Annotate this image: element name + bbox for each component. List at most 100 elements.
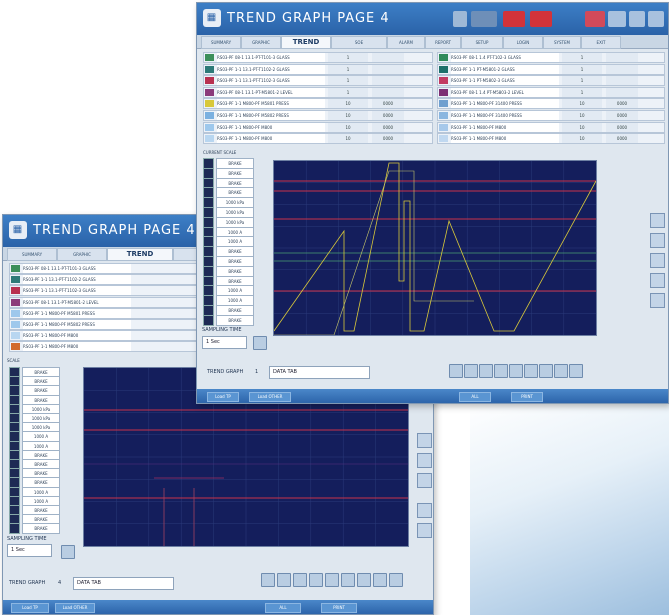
front-side-button[interactable] xyxy=(650,273,665,288)
tag-name: RS03-PF 1-1 M800-PF M5802 PRESS xyxy=(217,111,325,120)
front-control-button[interactable] xyxy=(479,364,493,378)
tab-graphic[interactable]: GRAPHIC xyxy=(57,248,107,261)
back-control-button[interactable] xyxy=(277,573,291,587)
back-control-button[interactable] xyxy=(261,573,275,587)
front-zoom-icon[interactable] xyxy=(253,336,267,350)
tag-row[interactable]: RS03-PF 1-1 13.1-PT-T1102-3 GLASS 1 xyxy=(203,75,433,87)
back-side-button[interactable] xyxy=(417,433,432,448)
scale-field[interactable]: BRAKE xyxy=(22,523,60,535)
tab-system[interactable]: SYSTEM xyxy=(543,36,581,49)
tag-row[interactable]: RS03-PF 1-1 M800-PF M5802 PRESS 10 0000 xyxy=(203,110,433,121)
tag-range: 0000 xyxy=(372,99,404,109)
front-control-button[interactable] xyxy=(524,364,538,378)
tag-row[interactable]: RS03-PF 1-1 M800-PF M800 xyxy=(9,330,211,342)
front-control-button[interactable] xyxy=(494,364,508,378)
back-control-button[interactable] xyxy=(341,573,355,587)
tag-row[interactable]: RS03-PF 1-1 13.1-PT-T1102-3 GLASS xyxy=(9,285,211,297)
back-control-button[interactable] xyxy=(373,573,387,587)
tag-row[interactable]: RS03-PF 1-1 M800-PF M5801 PRESS 10 0000 xyxy=(203,98,433,110)
tab-alarm[interactable]: ALARM xyxy=(387,36,425,49)
scale-field[interactable]: BRAKE xyxy=(216,314,254,326)
tag-name: RS03-PF 1-1 M800-PF M5801 PRESS xyxy=(217,99,325,109)
front-side-button[interactable] xyxy=(650,233,665,248)
front-all-button[interactable]: ALL xyxy=(459,392,491,402)
back-control-button[interactable] xyxy=(357,573,371,587)
tag-row[interactable]: RS03-PF 1-1 PT-M5801-2 GLASS 1 xyxy=(437,63,665,75)
tab-trend[interactable]: TREND xyxy=(107,248,173,261)
tab-trend[interactable]: TREND xyxy=(281,36,331,49)
front-print-button[interactable]: PRINT xyxy=(511,392,543,402)
app-logo-icon: ▦ xyxy=(203,9,221,27)
tab-setup[interactable]: SETUP xyxy=(461,36,503,49)
front-control-button[interactable] xyxy=(539,364,553,378)
tag-row[interactable]: RS03-PF 08-1 13.1-PT-T101-3 GLASS xyxy=(9,263,211,274)
tab-summary[interactable]: SUMMARY xyxy=(7,248,57,261)
front-sampling-time-field[interactable]: 1 Sec xyxy=(202,336,247,349)
front-side-button[interactable] xyxy=(650,253,665,268)
tag-row[interactable]: RS03-PF 1-1 M800-PF M800 10 0000 xyxy=(437,133,665,145)
back-side-button[interactable] xyxy=(417,523,432,538)
tag-row[interactable]: RS03-PF 1-1 M800-PF 31400 PRESS 10 0000 xyxy=(437,110,665,121)
back-control-button[interactable] xyxy=(293,573,307,587)
back-print-button[interactable]: PRINT xyxy=(321,603,357,613)
back-trend-graph-name-field[interactable]: DATA TAB xyxy=(73,577,174,590)
tab-graphic[interactable]: GRAPHIC xyxy=(241,36,281,49)
tag-row[interactable]: RS03-PF 1-1 M800-PF M5802 PRESS xyxy=(9,319,211,330)
tag-row[interactable]: RS03-PF 1-1 M800-PF M800 10 0000 xyxy=(203,133,433,145)
tag-range xyxy=(372,87,404,97)
tag-range: 0000 xyxy=(372,111,404,120)
front-control-button[interactable] xyxy=(464,364,478,378)
tag-row[interactable]: RS03-PF 08-1 13.1-PT-T101-3 GLASS 1 xyxy=(203,52,433,63)
back-control-button[interactable] xyxy=(325,573,339,587)
front-side-button[interactable] xyxy=(650,213,665,228)
tag-row[interactable]: RS03-PF 08-1 13.1-PT-M5801-2 LEVEL xyxy=(9,296,211,308)
alarm-button-1[interactable] xyxy=(503,11,525,27)
ack-button[interactable] xyxy=(471,11,497,27)
tag-row[interactable]: RS03-PF 1-1 M800-PF M800 10 0000 xyxy=(203,121,433,133)
tab-report[interactable]: REPORT xyxy=(425,36,461,49)
back-all-button[interactable]: ALL xyxy=(265,603,301,613)
back-trend-graph-number: 4 xyxy=(58,580,62,586)
front-trend-graph-number: 1 xyxy=(255,369,259,375)
tag-row[interactable]: RS03-PF 1-1 M800-PF M800 xyxy=(9,341,211,353)
tab-summary[interactable]: SUMMARY xyxy=(201,36,241,49)
tab-exit[interactable]: EXIT xyxy=(581,36,621,49)
tag-color-swatch xyxy=(205,135,214,143)
back-side-button[interactable] xyxy=(417,453,432,468)
back-control-button[interactable] xyxy=(309,573,323,587)
tag-row[interactable]: RS03-PF 1-1 M800-PF M800 10 0000 xyxy=(437,121,665,133)
back-load-other-button[interactable]: Load OTHER xyxy=(55,603,95,613)
tag-value: 10 xyxy=(328,134,368,144)
front-load-other-button[interactable]: Load OTHER xyxy=(249,392,291,402)
tag-color-swatch xyxy=(439,54,448,61)
front-load-tp-button[interactable]: Load TP xyxy=(207,392,239,402)
back-load-tp-button[interactable]: Load TP xyxy=(11,603,49,613)
tag-row[interactable]: RS03-PF 1-1 13.1-PT-T1102-2 GLASS 1 xyxy=(203,63,433,75)
back-sampling-time-field[interactable]: 1 Sec xyxy=(7,544,52,557)
horn-button[interactable] xyxy=(585,11,605,27)
front-sampling-time-label: SAMPLING TIME xyxy=(202,327,242,333)
front-side-button[interactable] xyxy=(650,293,665,308)
tag-row[interactable]: RS03-PF 1-1 13.1-PT-T1102-2 GLASS xyxy=(9,274,211,286)
tab-login[interactable]: LOGIN xyxy=(503,36,543,49)
tag-row[interactable]: RS03-PF 08-1 1.4 PT-T102-3 GLASS 1 xyxy=(437,52,665,63)
front-control-button[interactable] xyxy=(569,364,583,378)
front-control-button[interactable] xyxy=(449,364,463,378)
back-zoom-icon[interactable] xyxy=(61,545,75,559)
tag-color-swatch xyxy=(11,343,20,351)
front-control-button[interactable] xyxy=(509,364,523,378)
back-side-button[interactable] xyxy=(417,473,432,488)
tag-row[interactable]: RS03-PF 1-1 M800-PF 31400 PRESS 10 0000 xyxy=(437,98,665,110)
tag-row[interactable]: RS03-PF 1-1 M800-PF M5801 PRESS xyxy=(9,307,211,319)
keyboard-icon[interactable] xyxy=(453,11,467,27)
back-control-button[interactable] xyxy=(389,573,403,587)
alarm-button-2[interactable] xyxy=(530,11,552,27)
tag-name: RS03-PF 1-1 13.1-PT-T1102-2 GLASS xyxy=(23,275,131,285)
front-control-button[interactable] xyxy=(554,364,568,378)
tag-row[interactable]: RS03-PF 08-1 13.1-PT-M5801-2 LEVEL 1 xyxy=(203,86,433,98)
tag-row[interactable]: RS03-PF 08-1 1.4 PT-M5803-2 LEVEL 1 xyxy=(437,86,665,98)
front-trend-graph-name-field[interactable]: DATA TAB xyxy=(269,366,370,379)
tab-soe[interactable]: SOE xyxy=(331,36,387,49)
tag-row[interactable]: RS03-PF 1-1 PT-M5802-3 GLASS 1 xyxy=(437,75,665,87)
back-side-button[interactable] xyxy=(417,503,432,518)
